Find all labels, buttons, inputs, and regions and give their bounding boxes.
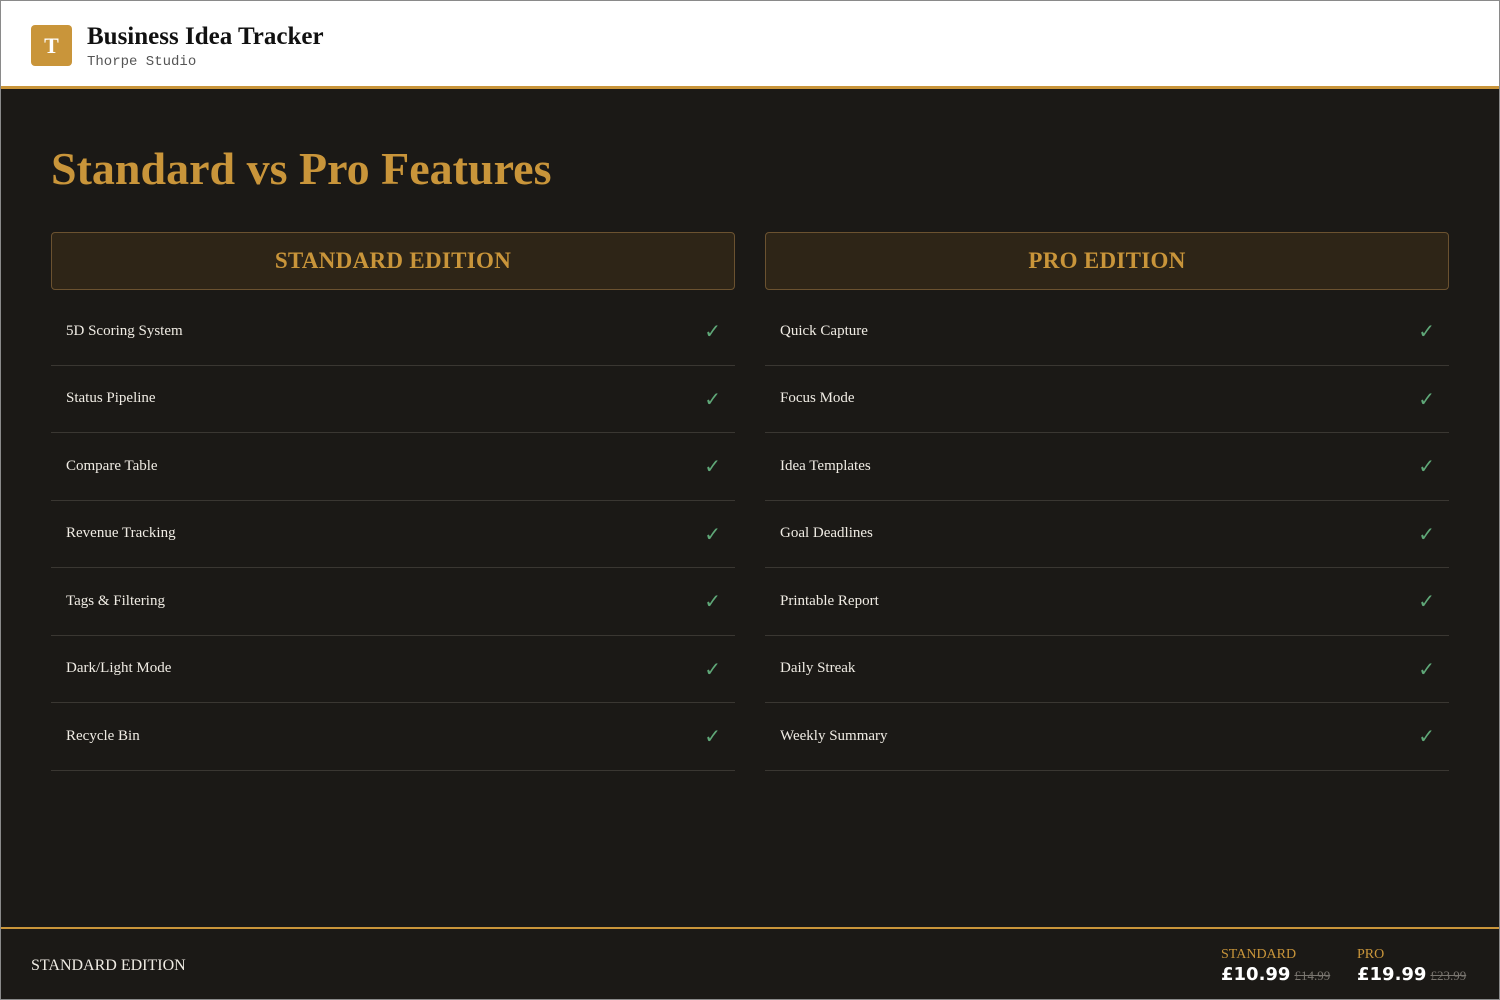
standard-price[interactable]: STANDARD £10.99 £14.99: [1221, 947, 1330, 985]
app-subtitle: Thorpe Studio: [87, 54, 197, 70]
feature-label: Recycle Bin: [66, 727, 140, 744]
feature-row: Weekly Summary ✓: [765, 703, 1449, 771]
feature-row: Goal Deadlines ✓: [765, 501, 1449, 568]
check-icon: ✓: [704, 589, 721, 614]
pro-price[interactable]: PRO £19.99 £23.99: [1357, 947, 1466, 985]
check-icon: ✓: [1418, 656, 1435, 681]
check-icon: ✓: [1418, 386, 1435, 411]
pro-price-was: £23.99: [1430, 968, 1467, 983]
standard-price-was: £14.99: [1294, 968, 1331, 983]
check-icon: ✓: [1418, 521, 1435, 546]
pro-price-current: £19.99: [1357, 964, 1427, 985]
standard-price-current: £10.99: [1221, 964, 1291, 985]
feature-label: Weekly Summary: [780, 727, 888, 744]
check-icon: ✓: [704, 521, 721, 546]
check-icon: ✓: [704, 454, 721, 479]
check-icon: ✓: [1418, 724, 1435, 749]
feature-row: Tags & Filtering ✓: [51, 568, 735, 636]
standard-edition-heading: STANDARD EDITION: [51, 232, 735, 290]
page-title: Standard vs Pro Features: [51, 143, 552, 194]
feature-row: Revenue Tracking ✓: [51, 501, 735, 568]
standard-feature-list: 5D Scoring System ✓ Status Pipeline ✓ Co…: [51, 298, 735, 771]
current-edition-label: STANDARD EDITION: [31, 957, 186, 974]
pro-price-label: PRO: [1357, 947, 1385, 962]
pro-feature-list: Quick Capture ✓ Focus Mode ✓ Idea Templa…: [765, 298, 1449, 771]
pro-edition-heading: PRO EDITION: [765, 232, 1449, 290]
standard-price-label: STANDARD: [1221, 947, 1297, 962]
app-title: Business Idea Tracker: [87, 23, 324, 50]
feature-row: Daily Streak ✓: [765, 636, 1449, 703]
feature-label: Revenue Tracking: [66, 525, 176, 542]
feature-label: Status Pipeline: [66, 390, 156, 407]
check-icon: ✓: [1418, 589, 1435, 614]
feature-label: Compare Table: [66, 457, 158, 474]
feature-row: 5D Scoring System ✓: [51, 298, 735, 366]
check-icon: ✓: [704, 319, 721, 344]
feature-row: Quick Capture ✓: [765, 298, 1449, 366]
feature-row: Printable Report ✓: [765, 568, 1449, 636]
feature-label: Focus Mode: [780, 390, 855, 407]
feature-label: Quick Capture: [780, 322, 868, 339]
feature-label: Tags & Filtering: [66, 592, 165, 609]
check-icon: ✓: [704, 386, 721, 411]
feature-row: Idea Templates ✓: [765, 433, 1449, 501]
feature-label: 5D Scoring System: [66, 322, 183, 339]
feature-label: Printable Report: [780, 592, 879, 609]
feature-row: Recycle Bin ✓: [51, 703, 735, 771]
feature-label: Goal Deadlines: [780, 525, 873, 542]
feature-label: Idea Templates: [780, 457, 871, 474]
feature-label: Daily Streak: [780, 660, 856, 677]
check-icon: ✓: [1418, 454, 1435, 479]
check-icon: ✓: [704, 724, 721, 749]
check-icon: ✓: [1418, 319, 1435, 344]
pricing-footer: STANDARD EDITION STANDARD £10.99 £14.99 P…: [1, 927, 1499, 999]
app-logo-icon: T: [31, 25, 72, 66]
feature-label: Dark/Light Mode: [66, 660, 172, 677]
pro-column: PRO EDITION Quick Capture ✓ Focus Mode ✓…: [765, 232, 1449, 771]
feature-row: Compare Table ✓: [51, 433, 735, 501]
check-icon: ✓: [704, 656, 721, 681]
app-header: T Business Idea Tracker Thorpe Studio: [1, 1, 1499, 89]
feature-row: Focus Mode ✓: [765, 366, 1449, 433]
feature-row: Status Pipeline ✓: [51, 366, 735, 433]
feature-row: Dark/Light Mode ✓: [51, 636, 735, 703]
standard-column: STANDARD EDITION 5D Scoring System ✓ Sta…: [51, 232, 735, 771]
